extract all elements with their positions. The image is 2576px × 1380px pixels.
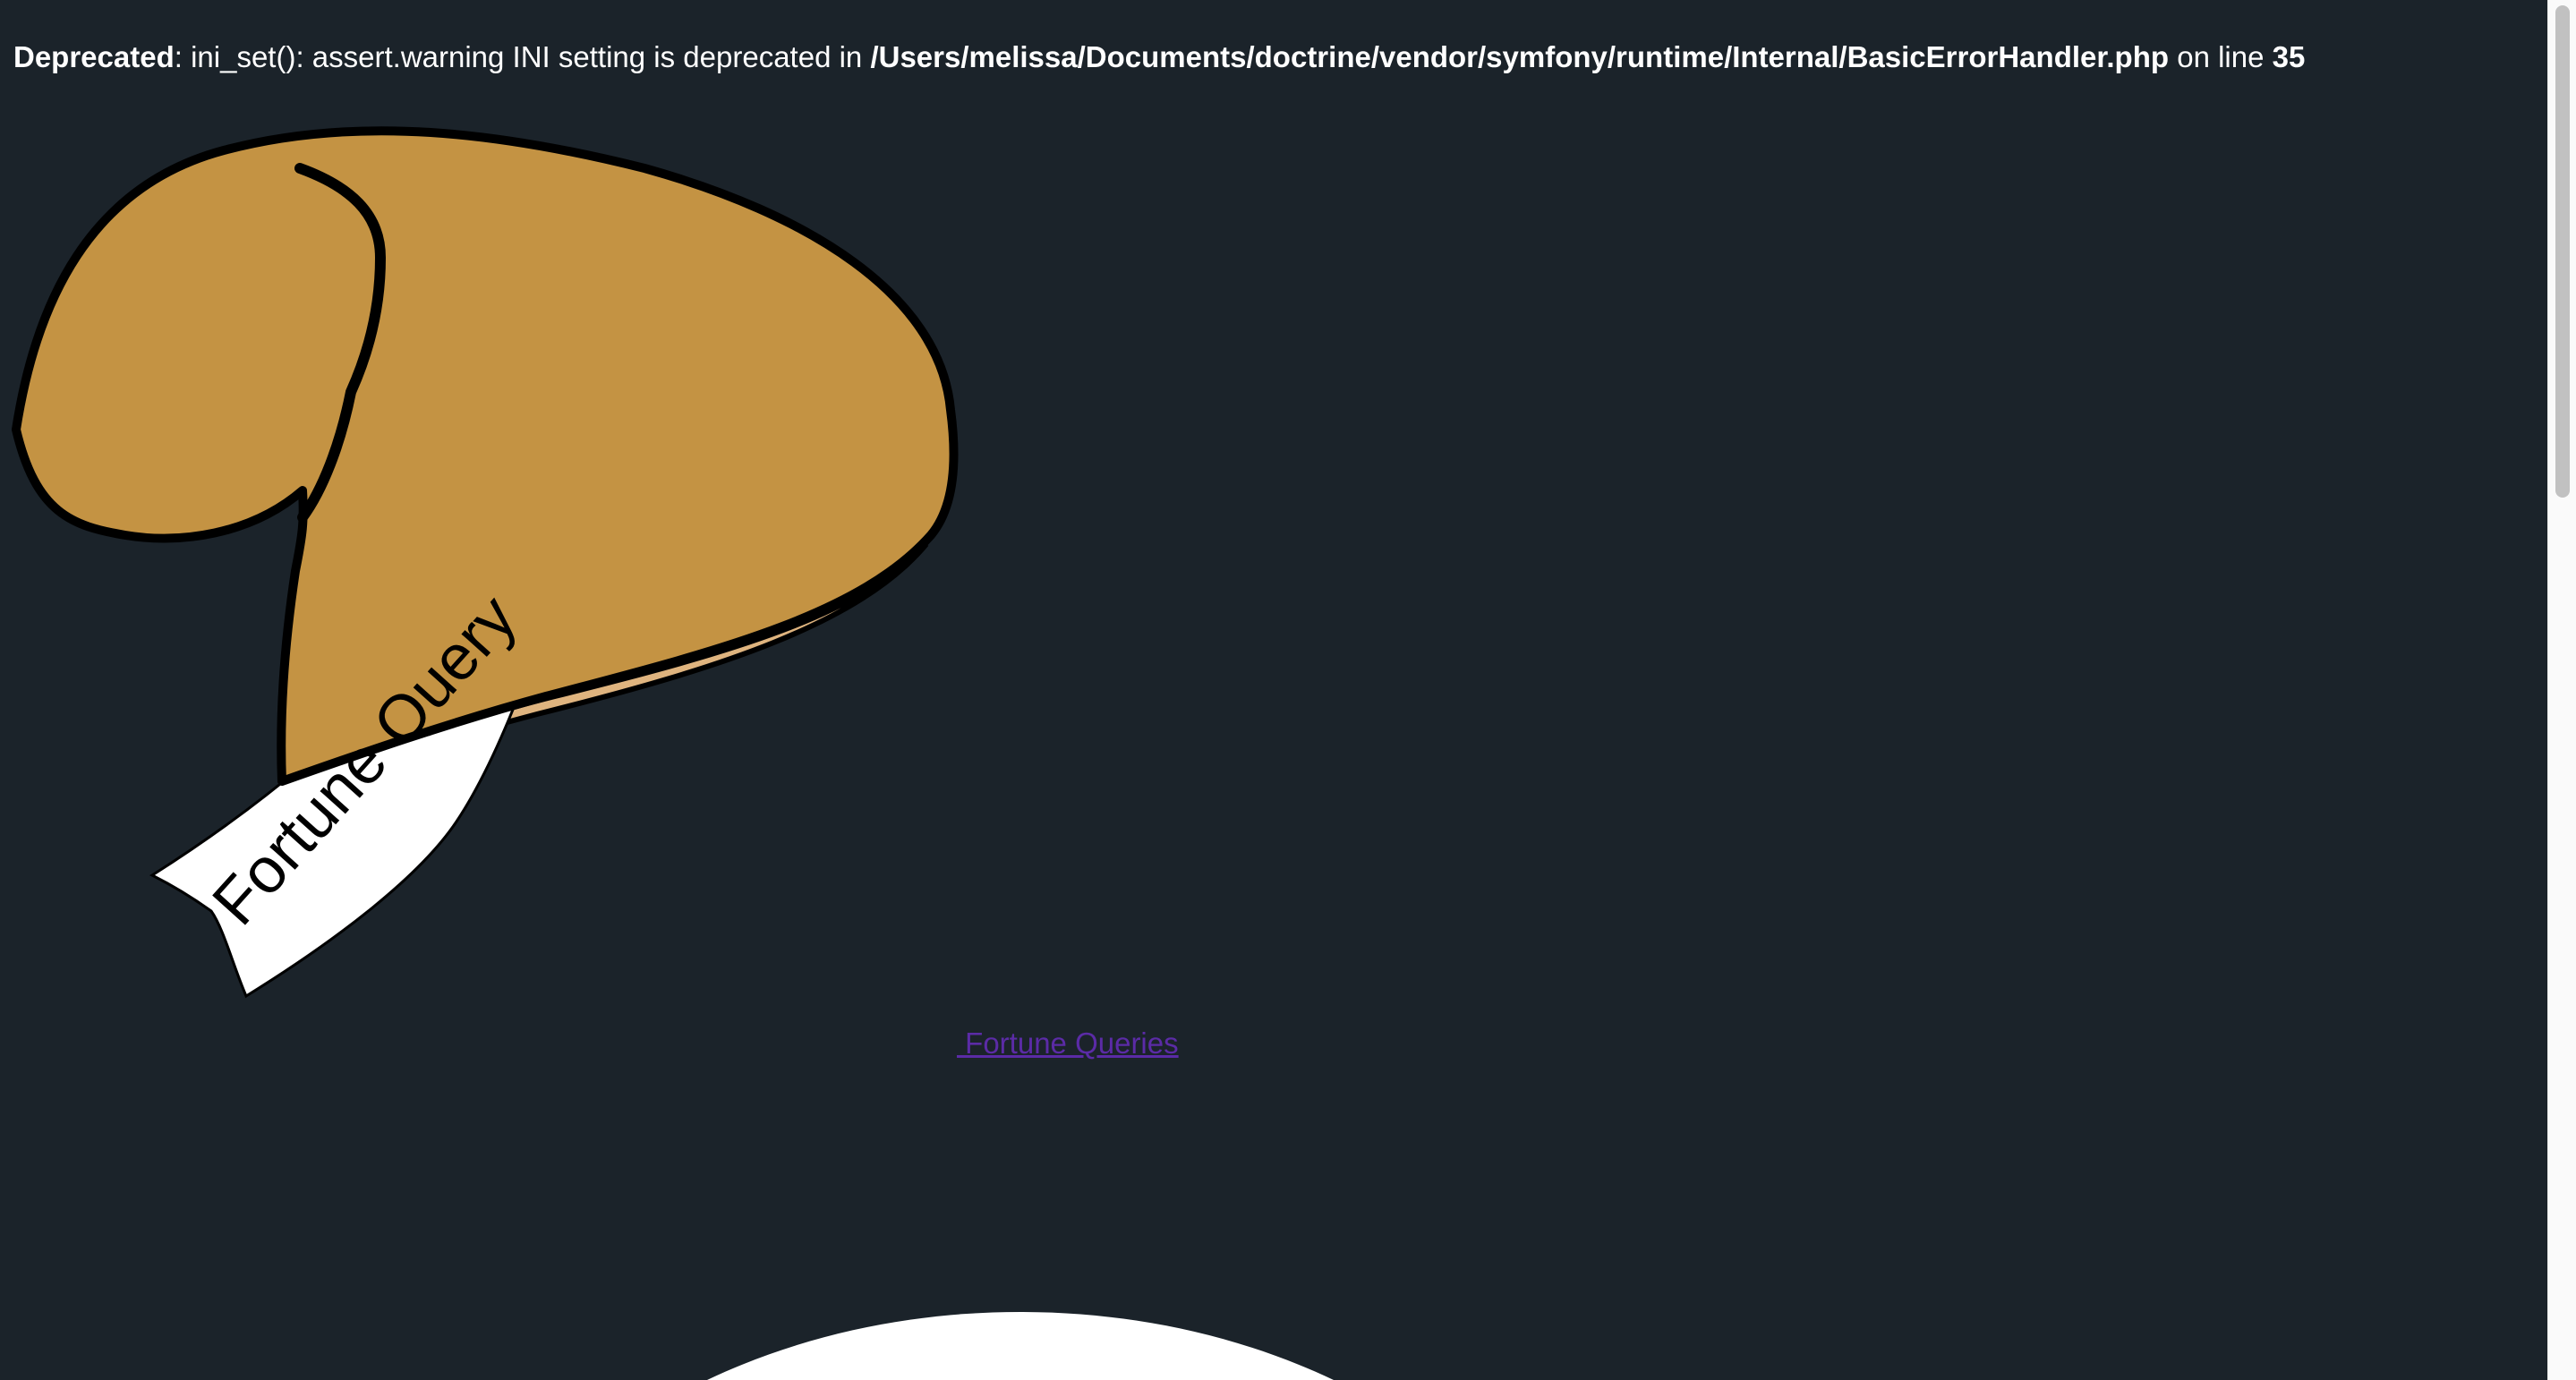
fortune-cookie-icon: Fortune Query	[12, 126, 959, 999]
error-level: Deprecated	[13, 40, 175, 73]
error-file-path: /Users/melissa/Documents/doctrine/vendor…	[870, 40, 2170, 73]
error-message: : ini_set(): assert.warning INI setting …	[174, 40, 871, 73]
fortune-queries-link[interactable]: Fortune Queries	[957, 1026, 1178, 1061]
error-line-prefix: on line	[2169, 40, 2273, 73]
error-line-number: 35	[2272, 40, 2306, 73]
cookie-body	[12, 126, 959, 786]
moon-shape	[707, 1312, 1334, 1380]
vertical-scrollbar[interactable]	[2547, 0, 2576, 1380]
page: Deprecated: ini_set(): assert.warning IN…	[0, 0, 2576, 1380]
scrollbar-thumb[interactable]	[2555, 5, 2570, 498]
